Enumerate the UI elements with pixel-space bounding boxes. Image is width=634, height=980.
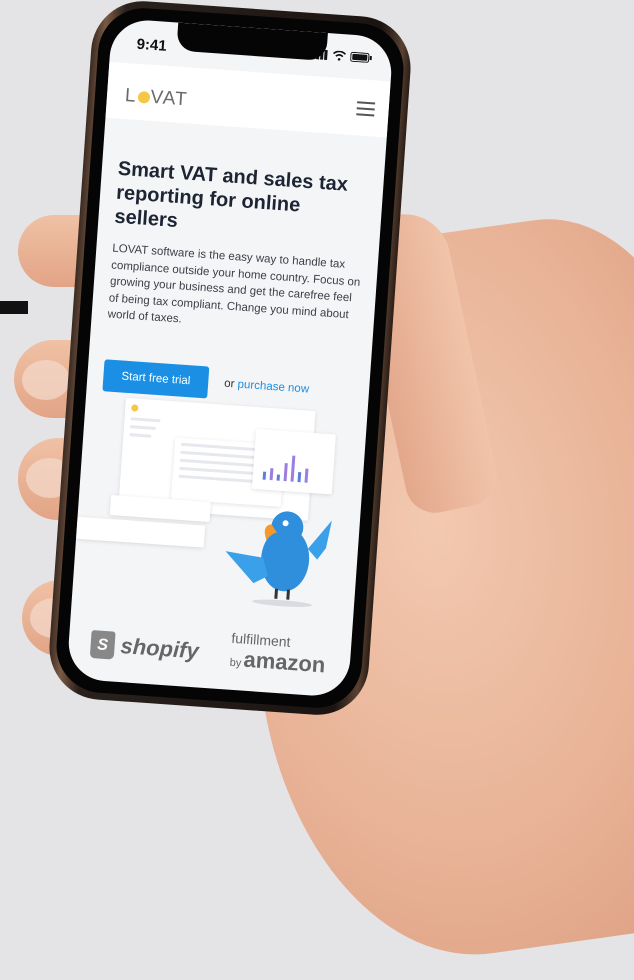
purchase-prompt: or purchase now — [224, 377, 310, 395]
hamburger-menu-icon[interactable] — [356, 101, 376, 117]
battery-icon — [350, 51, 372, 63]
start-free-trial-button[interactable]: Start free trial — [102, 358, 210, 399]
revenue-bars — [262, 440, 326, 484]
shopify-logo: S shopify — [89, 630, 200, 665]
phone-screen: 9:41 L VAT Smart VAT and sales tax report… — [66, 17, 394, 699]
hero-description: LOVAT software is the easy way to handle… — [107, 242, 361, 326]
parrot-mascot — [225, 511, 332, 607]
shopify-bag-icon: S — [89, 630, 116, 660]
black-bar — [0, 301, 28, 314]
logo-dot — [137, 90, 150, 104]
dashboard-illustration — [73, 395, 368, 607]
phone: 9:41 L VAT Smart VAT and sales tax report… — [45, 0, 415, 719]
purchase-now-link[interactable]: purchase now — [237, 378, 309, 395]
lovat-logo[interactable]: L VAT — [124, 85, 188, 111]
revenue-chart-card — [251, 428, 336, 495]
phone-bezel: 9:41 L VAT Smart VAT and sales tax report… — [53, 5, 407, 711]
fingernail — [22, 360, 70, 400]
wifi-icon — [333, 50, 347, 61]
partner-logos: S shopify fulfillment byamazon — [66, 617, 351, 697]
fba-amazon: amazon — [242, 646, 327, 678]
dashboard-dot — [131, 404, 139, 412]
shopify-wordmark: shopify — [119, 633, 200, 664]
fba-logo: fulfillment byamazon — [229, 630, 327, 679]
status-time: 9:41 — [136, 35, 168, 55]
fba-by: by — [229, 656, 242, 670]
hero: Smart VAT and sales tax reporting for on… — [102, 157, 368, 408]
hero-title: Smart VAT and sales tax reporting for on… — [113, 157, 349, 232]
filter-card — [76, 516, 206, 548]
or-text: or — [223, 377, 235, 390]
